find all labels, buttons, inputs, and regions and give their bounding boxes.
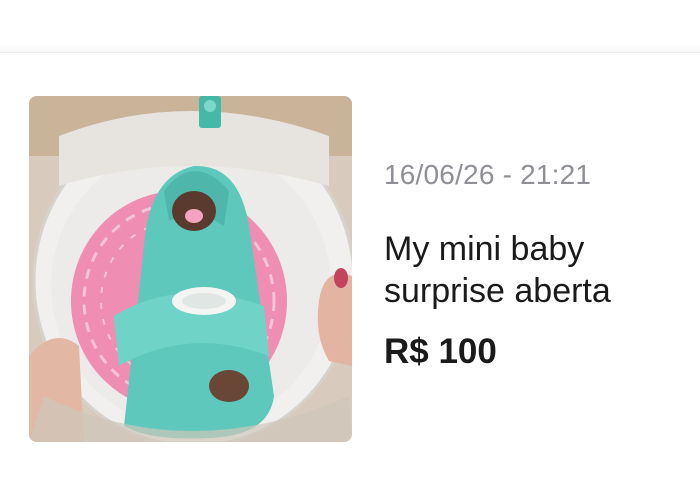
listing-title-line: surprise aberta bbox=[384, 272, 611, 310]
listing-price: R$ 100 bbox=[384, 332, 497, 371]
listing-date: 16/06/26 - 21:21 bbox=[384, 159, 592, 190]
baby-doll-photo bbox=[29, 96, 352, 442]
header-area bbox=[0, 0, 700, 53]
listing-title-line: My mini baby bbox=[384, 230, 585, 268]
listing-card[interactable]: 16/06/26 - 21:21 My mini baby surprise a… bbox=[0, 60, 700, 480]
listing-photo[interactable] bbox=[29, 96, 352, 442]
listing-title[interactable]: My mini baby surprise aberta bbox=[384, 228, 684, 312]
listing-info: 16/06/26 - 21:21 My mini baby surprise a… bbox=[384, 158, 684, 372]
listing-page: 16/06/26 - 21:21 My mini baby surprise a… bbox=[0, 0, 700, 498]
